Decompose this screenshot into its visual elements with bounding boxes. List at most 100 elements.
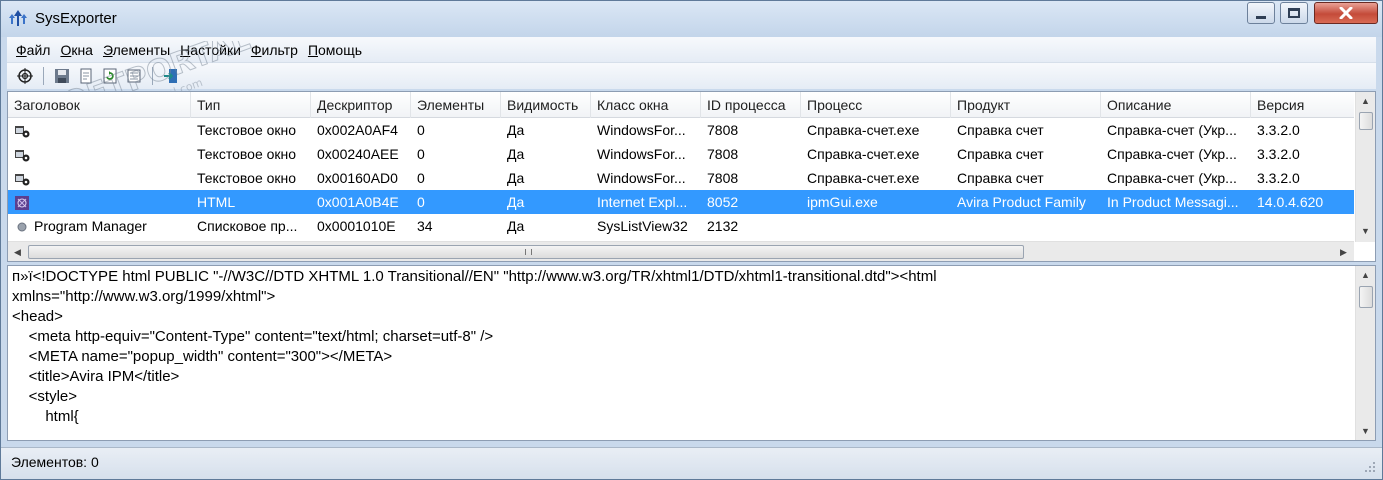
scroll-thumb-horizontal[interactable] <box>28 245 1024 259</box>
minimize-button[interactable] <box>1247 2 1275 24</box>
table-cell: 0 <box>417 170 425 186</box>
table-cell <box>1251 214 1354 238</box>
table-row[interactable]: Текстовое окно 0x002A0AF4 0 Да WindowsFor...… <box>8 118 1354 142</box>
text-vertical-scrollbar[interactable]: ▲ ▼ <box>1355 266 1375 440</box>
table-cell: Да <box>507 218 525 234</box>
column-header-process-id[interactable]: ID процесса <box>701 92 801 118</box>
status-bar: Элементов: 0 <box>1 447 1382 479</box>
column-header-product[interactable]: Продукт <box>951 92 1101 118</box>
column-header-process[interactable]: Процесс <box>801 92 951 118</box>
menu-bar: Файл Окна Элементы Настойки Фильтр Помощ… <box>7 37 1376 62</box>
list-header: Заголовок Тип Дескриптор Элементы Видимо… <box>8 92 1354 118</box>
resize-grip-icon[interactable] <box>1364 461 1376 473</box>
table-cell: 7808 <box>707 170 739 186</box>
menu-help[interactable]: Помощь <box>303 42 367 58</box>
table-cell <box>1101 214 1251 238</box>
table-row[interactable]: HTML 0x001A0B4E 0 Да Internet Expl... 8052 ipm… <box>8 190 1354 214</box>
app-window: SysExporter Файл Окна Элементы Настойки … <box>0 0 1383 480</box>
column-header-version[interactable]: Версия <box>1251 92 1354 118</box>
save-button[interactable] <box>52 66 72 86</box>
table-row[interactable]: Текстовое окно 0x00160AD0 0 Да WindowsFor...… <box>8 166 1354 190</box>
table-cell: In Product Messagi... <box>1107 194 1239 210</box>
scroll-right-arrow[interactable]: ▶ <box>1334 243 1353 261</box>
scroll-thumb[interactable] <box>1359 112 1373 130</box>
table-cell: Справка-счет.exe <box>807 170 920 186</box>
exit-button[interactable] <box>161 66 181 86</box>
table-cell: 14.0.4.620 <box>1257 194 1324 210</box>
table-cell: Да <box>507 122 525 138</box>
copy-button[interactable] <box>76 66 96 86</box>
code-line: п»ї<!DOCTYPE html PUBLIC "-//W3C//DTD XH… <box>12 268 937 285</box>
table-cell: Program Manager <box>34 218 147 234</box>
maximize-button[interactable] <box>1280 2 1308 24</box>
column-header-description[interactable]: Описание <box>1101 92 1251 118</box>
windows-list[interactable]: Заголовок Тип Дескриптор Элементы Видимо… <box>7 91 1376 262</box>
scroll-up-arrow[interactable]: ▲ <box>1356 92 1375 110</box>
table-cell: Справка-счет (Укр... <box>1107 170 1237 186</box>
window-title: SysExporter <box>35 10 117 27</box>
refresh-button[interactable] <box>100 66 120 86</box>
table-cell: Текстовое окно <box>197 122 297 138</box>
table-cell: 34 <box>417 218 433 234</box>
table-cell: Текстовое окно <box>197 170 297 186</box>
table-cell: 0x0001010E <box>317 218 396 234</box>
target-icon <box>17 68 33 84</box>
column-header-title[interactable]: Заголовок <box>8 92 191 118</box>
code-line: <title>Avira IPM</title> <box>12 368 180 385</box>
table-cell <box>8 118 191 142</box>
table-cell: Да <box>507 146 525 162</box>
menu-settings[interactable]: Настойки <box>175 42 246 58</box>
element-text-view[interactable]: п»ї<!DOCTYPE html PUBLIC "-//W3C//DTD XH… <box>7 265 1376 441</box>
table-cell: Internet Expl... <box>597 194 688 210</box>
target-button[interactable] <box>15 66 35 86</box>
table-cell <box>951 214 1101 238</box>
table-cell: WindowsFor... <box>597 170 686 186</box>
table-cell: 3.3.2.0 <box>1257 170 1300 186</box>
menu-filter[interactable]: Фильтр <box>246 42 303 58</box>
title-bar[interactable]: SysExporter <box>1 1 1382 37</box>
table-cell: 3.3.2.0 <box>1257 146 1300 162</box>
close-button[interactable] <box>1314 2 1378 24</box>
scroll-down-arrow[interactable]: ▼ <box>1356 222 1375 240</box>
table-cell: 0 <box>417 122 425 138</box>
menu-file[interactable]: Файл <box>11 42 55 58</box>
menu-windows[interactable]: Окна <box>55 42 98 58</box>
column-header-window-class[interactable]: Класс окна <box>591 92 701 118</box>
table-cell: Справка-счет (Укр... <box>1107 146 1237 162</box>
table-row[interactable]: Текстовое окно 0x00240AEE 0 Да WindowsFor...… <box>8 142 1354 166</box>
scroll-up-arrow[interactable]: ▲ <box>1356 266 1375 284</box>
copy-icon <box>80 68 92 84</box>
table-cell: Справка-счет (Укр... <box>1107 122 1237 138</box>
table-cell: 0 <box>417 194 425 210</box>
properties-icon <box>127 69 141 83</box>
table-cell: Списковое пр... <box>197 218 298 234</box>
list-vertical-scrollbar[interactable]: ▲ ▼ <box>1355 92 1375 242</box>
table-cell: Да <box>507 170 525 186</box>
list-horizontal-scrollbar[interactable]: ◀ ▶ <box>8 241 1354 261</box>
properties-button[interactable] <box>124 66 144 86</box>
code-line: <style> <box>12 388 78 405</box>
column-header-type[interactable]: Тип <box>191 92 311 118</box>
column-header-elements[interactable]: Элементы <box>411 92 501 118</box>
table-cell: Справка счет <box>957 146 1044 162</box>
table-cell <box>8 142 191 166</box>
toolbar-separator <box>43 67 44 85</box>
column-header-visibility[interactable]: Видимость <box>501 92 591 118</box>
app-icon <box>9 10 27 26</box>
table-cell: 0x00160AD0 <box>317 170 398 186</box>
column-header-handle[interactable]: Дескриптор <box>311 92 411 118</box>
code-line: <meta http-equiv="Content-Type" content=… <box>12 328 494 345</box>
table-cell: Текстовое окно <box>197 146 297 162</box>
table-cell <box>8 190 191 214</box>
table-cell: SysListView32 <box>597 218 688 234</box>
menu-elements[interactable]: Элементы <box>98 42 175 58</box>
table-cell: 3.3.2.0 <box>1257 122 1300 138</box>
scroll-thumb[interactable] <box>1359 286 1373 308</box>
thumb-grip <box>525 249 532 255</box>
code-line: xmlns="http://www.w3.org/1999/xhtml"> <box>12 288 276 305</box>
table-cell: 0 <box>417 146 425 162</box>
table-row[interactable]: Program Manager Списковое пр... 0x0001010E… <box>8 214 1354 238</box>
code-line: <META name="popup_width" content="300"><… <box>12 348 393 365</box>
scroll-left-arrow[interactable]: ◀ <box>8 243 27 261</box>
scroll-down-arrow[interactable]: ▼ <box>1356 422 1375 440</box>
